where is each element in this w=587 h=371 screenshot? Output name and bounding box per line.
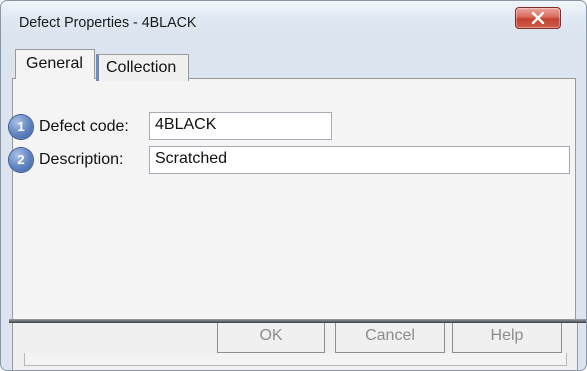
ok-button[interactable]: OK xyxy=(217,323,325,353)
tab-general[interactable]: General xyxy=(15,49,95,79)
title-bar: Defect Properties - 4BLACK xyxy=(1,1,586,41)
description-label: Description: xyxy=(39,151,124,168)
help-button[interactable]: Help xyxy=(452,323,562,353)
tab-collection-label: Collection xyxy=(106,59,177,76)
defect-code-label: Defect code: xyxy=(39,118,129,135)
description-field[interactable]: Scratched xyxy=(149,146,570,174)
cancel-button[interactable]: Cancel xyxy=(335,323,445,353)
button-area-frame xyxy=(24,353,567,366)
window-title: Defect Properties - 4BLACK xyxy=(19,14,197,31)
dialog-window: Defect Properties - 4BLACK General Colle… xyxy=(0,0,587,371)
defect-code-field[interactable]: 4BLACK xyxy=(149,112,332,140)
step-badge-1: 1 xyxy=(9,115,33,139)
close-button[interactable] xyxy=(515,7,561,29)
tab-general-label: General xyxy=(26,55,83,72)
close-icon xyxy=(531,12,545,24)
step-badge-2: 2 xyxy=(9,148,33,172)
tab-collection[interactable]: Collection xyxy=(96,54,189,81)
